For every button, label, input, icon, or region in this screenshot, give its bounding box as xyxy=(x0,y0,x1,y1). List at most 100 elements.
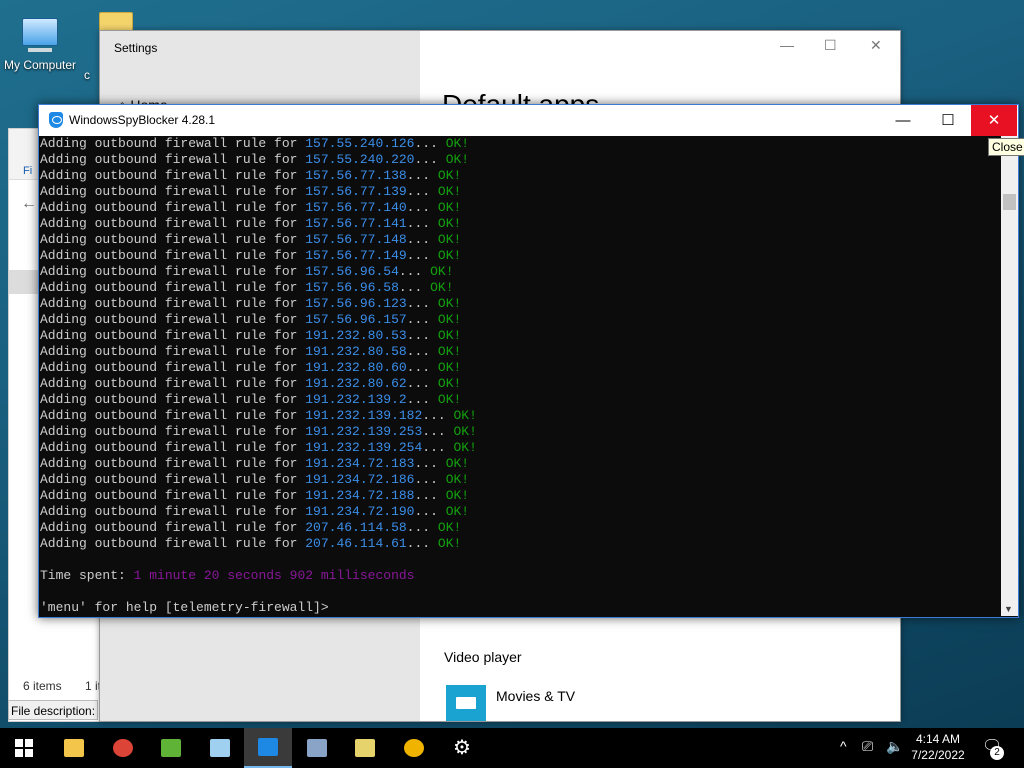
clock-time: 4:14 AM xyxy=(915,732,961,746)
computer-icon xyxy=(0,18,80,52)
start-button[interactable] xyxy=(0,728,48,768)
ip-address: 191.232.80.53 xyxy=(305,328,407,343)
console-line: Adding outbound firewall rule for 191.23… xyxy=(40,424,477,439)
line-prefix: Adding outbound firewall rule for xyxy=(40,456,306,471)
ip-address: 191.234.72.190 xyxy=(305,504,415,519)
console-line: Adding outbound firewall rule for 191.23… xyxy=(40,392,461,407)
console-line: Adding outbound firewall rule for 157.56… xyxy=(40,184,461,199)
console-line: Adding outbound firewall rule for 207.46… xyxy=(40,520,461,535)
time-spent-line: Time spent: 1 minute 20 seconds 902 mill… xyxy=(40,568,414,583)
console-line: Adding outbound firewall rule for 191.23… xyxy=(40,440,477,455)
console-line: Adding outbound firewall rule for 191.23… xyxy=(40,488,469,503)
ip-address: 157.56.96.123 xyxy=(305,296,407,311)
ip-address: 157.56.77.138 xyxy=(305,168,407,183)
document-icon-glyph xyxy=(209,739,230,757)
line-ellipsis: ... xyxy=(422,424,454,439)
folder-sync-icon[interactable] xyxy=(341,728,389,768)
line-prefix: Adding outbound firewall rule for xyxy=(40,248,306,263)
desktop-icon-my-computer[interactable]: My Computer xyxy=(0,10,80,72)
scroll-thumb[interactable] xyxy=(1003,194,1016,210)
network-tool-icon[interactable] xyxy=(293,728,341,768)
taskbar: ⚙ ^ ⎚ 🔈 4:14 AM 7/22/2022 🗨 2 xyxy=(0,728,1024,768)
console-line: Adding outbound firewall rule for 157.56… xyxy=(40,216,461,231)
line-prefix: Adding outbound firewall rule for xyxy=(40,200,306,215)
console-title: WindowsSpyBlocker 4.28.1 xyxy=(69,113,216,127)
chrome-icon-glyph xyxy=(112,739,133,757)
ok-status: OK! xyxy=(437,376,462,391)
console-maximize-button[interactable]: ☐ xyxy=(925,105,971,136)
settings-icon[interactable]: ⚙ xyxy=(438,728,486,768)
document-icon[interactable] xyxy=(196,728,244,768)
ok-status: OK! xyxy=(445,504,470,519)
paint-icon[interactable] xyxy=(390,728,438,768)
line-prefix: Adding outbound firewall rule for xyxy=(40,136,306,151)
line-ellipsis: ... xyxy=(414,472,446,487)
ip-address: 191.232.139.254 xyxy=(305,440,423,455)
console-line: Adding outbound firewall rule for 157.56… xyxy=(40,280,454,295)
network-icon[interactable]: ⎚ xyxy=(862,738,873,755)
settings-maximize-button[interactable]: ☐ xyxy=(824,37,837,54)
line-ellipsis: ... xyxy=(406,168,438,183)
ok-status: OK! xyxy=(445,488,470,503)
ip-address: 191.232.80.58 xyxy=(305,344,407,359)
scroll-down-arrow-icon[interactable]: ▼ xyxy=(1004,604,1013,614)
time-label: Time spent: xyxy=(40,568,134,583)
tray-chevron-icon[interactable]: ^ xyxy=(840,738,847,754)
ok-status: OK! xyxy=(437,312,462,327)
folder-sync-icon-glyph xyxy=(355,739,375,757)
settings-minimize-button[interactable]: — xyxy=(780,37,794,53)
ip-address: 157.56.77.140 xyxy=(305,200,407,215)
default-video-app[interactable]: Movies & TV xyxy=(496,688,575,704)
ok-status: OK! xyxy=(430,280,454,295)
console-titlebar[interactable]: WindowsSpyBlocker 4.28.1 — ☐ ✕ xyxy=(39,105,1018,136)
ip-address: 157.56.96.157 xyxy=(305,312,407,327)
line-prefix: Adding outbound firewall rule for xyxy=(40,488,306,503)
file-explorer-icon[interactable] xyxy=(50,728,98,768)
console-line: Adding outbound firewall rule for 157.55… xyxy=(40,152,469,167)
line-ellipsis: ... xyxy=(406,216,438,231)
windowsspyblocker-console-window[interactable]: WindowsSpyBlocker 4.28.1 — ☐ ✕ Adding ou… xyxy=(38,104,1019,618)
notepad-icon[interactable] xyxy=(147,728,195,768)
line-ellipsis: ... xyxy=(398,264,431,279)
ip-address: 157.56.77.149 xyxy=(305,248,407,263)
taskbar-clock[interactable]: 4:14 AM 7/22/2022 xyxy=(900,731,976,763)
movies-tv-icon[interactable] xyxy=(446,685,486,721)
line-prefix: Adding outbound firewall rule for xyxy=(40,264,306,279)
console-output[interactable]: Adding outbound firewall rule for 157.55… xyxy=(39,136,1002,616)
console-line: Adding outbound firewall rule for 191.23… xyxy=(40,408,477,423)
windowsspyblocker-icon[interactable] xyxy=(244,728,292,768)
ok-status: OK! xyxy=(437,296,462,311)
line-prefix: Adding outbound firewall rule for xyxy=(40,424,306,439)
console-minimize-button[interactable]: — xyxy=(880,105,926,136)
console-line: Adding outbound firewall rule for 157.56… xyxy=(40,200,461,215)
line-prefix: Adding outbound firewall rule for xyxy=(40,344,306,359)
notification-count-badge: 2 xyxy=(990,746,1004,760)
console-close-button[interactable]: ✕ xyxy=(971,105,1017,136)
line-prefix: Adding outbound firewall rule for xyxy=(40,184,306,199)
ok-status: OK! xyxy=(445,136,470,151)
console-line: Adding outbound firewall rule for 157.56… xyxy=(40,248,461,263)
ok-status: OK! xyxy=(437,392,462,407)
ip-address: 191.234.72.183 xyxy=(305,456,415,471)
explorer-file-tab[interactable]: Fi xyxy=(23,165,32,177)
line-prefix: Adding outbound firewall rule for xyxy=(40,328,306,343)
network-tool-icon-glyph xyxy=(306,739,327,757)
ip-address: 191.232.139.253 xyxy=(305,424,423,439)
chrome-icon[interactable] xyxy=(99,728,147,768)
ok-status: OK! xyxy=(437,328,462,343)
ip-address: 207.46.114.58 xyxy=(305,520,407,535)
line-prefix: Adding outbound firewall rule for xyxy=(40,392,306,407)
ip-address: 157.56.77.148 xyxy=(305,232,407,247)
back-arrow-icon[interactable]: ← xyxy=(21,195,37,213)
ip-address: 157.56.77.139 xyxy=(305,184,407,199)
ok-status: OK! xyxy=(445,456,470,471)
ok-status: OK! xyxy=(437,232,462,247)
line-ellipsis: ... xyxy=(406,360,438,375)
ip-address: 157.56.96.54 xyxy=(305,264,399,279)
console-text: Adding outbound firewall rule for 157.55… xyxy=(40,136,1002,616)
ok-status: OK! xyxy=(453,408,477,423)
settings-close-button[interactable]: ✕ xyxy=(870,37,882,54)
console-scrollbar[interactable]: ▲ ▼ xyxy=(1001,136,1018,616)
line-ellipsis: ... xyxy=(406,328,438,343)
console-prompt: 'menu' for help [telemetry-firewall]> xyxy=(40,600,329,615)
